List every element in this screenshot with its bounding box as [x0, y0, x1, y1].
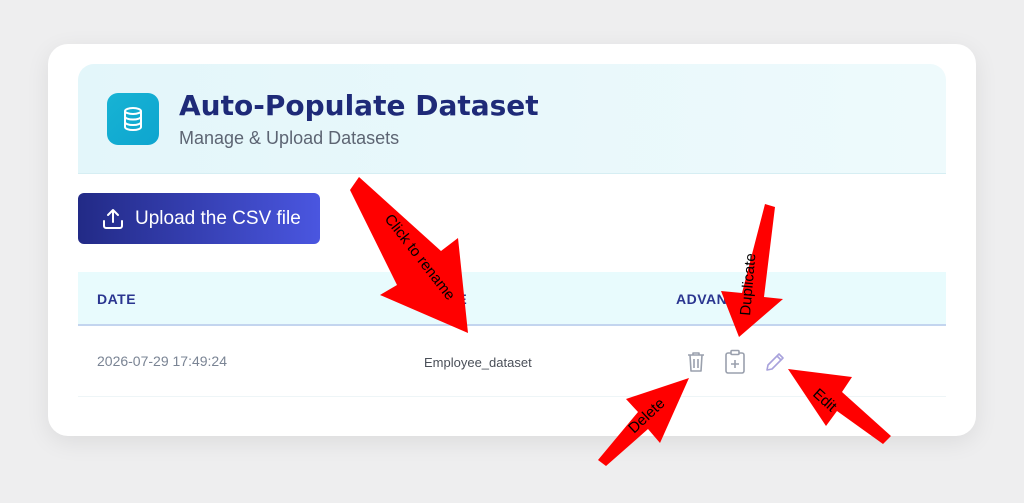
column-header-date: DATE — [97, 291, 137, 307]
row-date: 2026-07-29 17:49:24 — [97, 353, 227, 369]
table-row: 2026-07-29 17:49:24 Employee_dataset — [78, 328, 946, 397]
database-icon — [107, 93, 159, 145]
column-header-name: NAME — [424, 291, 468, 307]
page-subtitle: Manage & Upload Datasets — [179, 128, 400, 148]
dataset-card: Auto-Populate Dataset Manage & Upload Da… — [48, 44, 976, 436]
delete-icon[interactable] — [683, 348, 709, 376]
upload-csv-button[interactable]: Upload the CSV file — [78, 193, 320, 244]
table-header: DATE NAME ADVANCED — [78, 272, 946, 326]
page-title: Auto-Populate Dataset — [179, 89, 539, 122]
edit-icon[interactable] — [762, 348, 788, 376]
upload-icon — [101, 207, 125, 231]
row-name[interactable]: Employee_dataset — [424, 355, 532, 370]
duplicate-icon[interactable] — [722, 348, 748, 376]
upload-button-label: Upload the CSV file — [135, 207, 301, 229]
column-header-advanced: ADVANCED — [676, 291, 759, 307]
card-header: Auto-Populate Dataset Manage & Upload Da… — [78, 64, 946, 174]
